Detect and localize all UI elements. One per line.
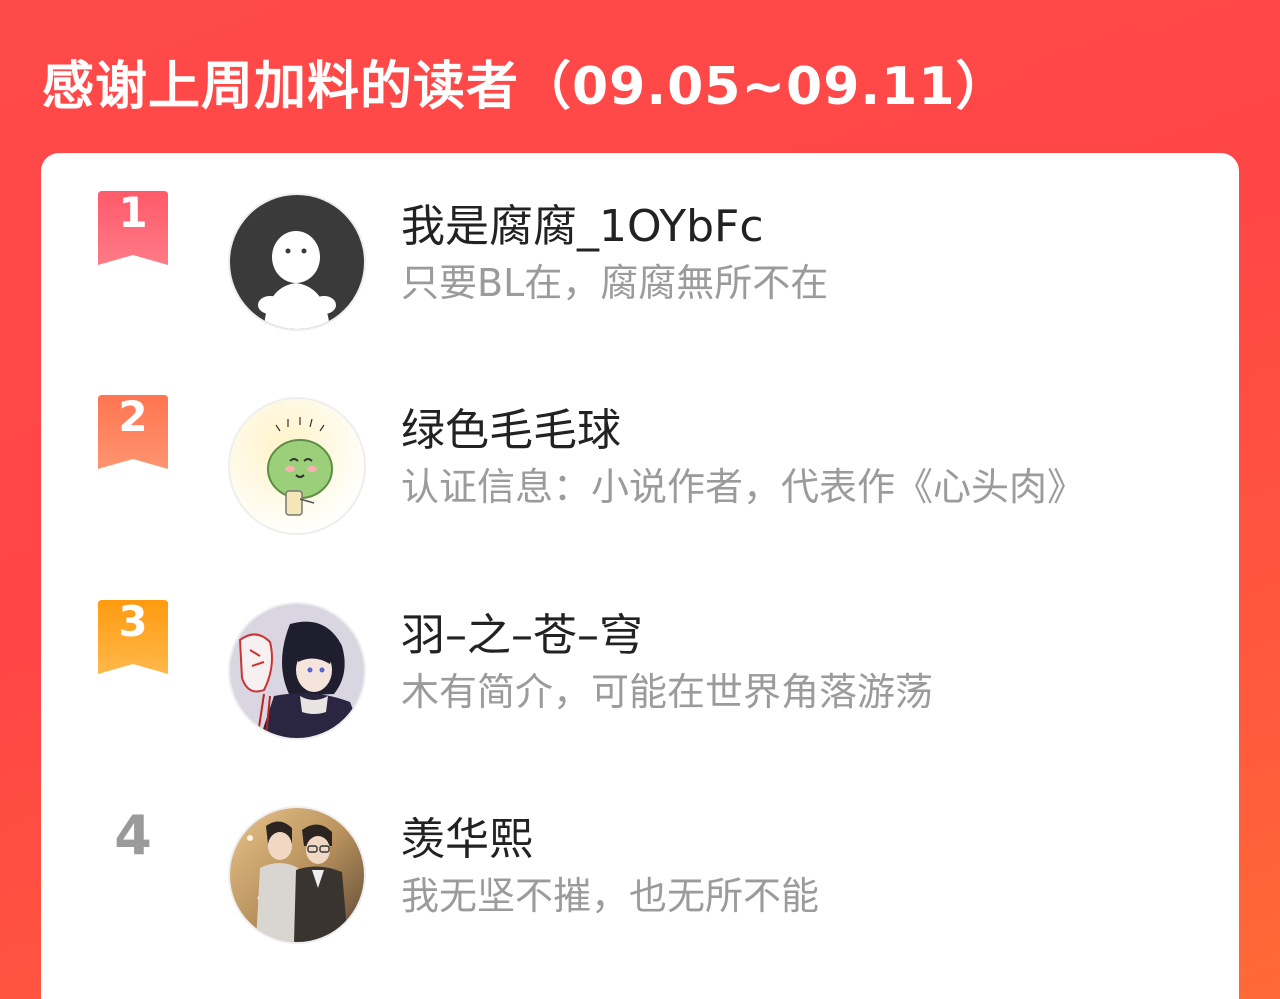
rank-number: 4 <box>114 804 152 867</box>
reader-name[interactable]: 羽–之–苍–穹 <box>401 608 643 664</box>
reader-ranking-card: 1 我是腐腐_1OYbFc 只要BL在，腐腐無所不在 2 绿色毛毛球 认证信息：… <box>41 153 1239 999</box>
reader-row-1[interactable]: 1 我是腐腐_1OYbFc 只要BL在，腐腐無所不在 <box>41 153 1239 329</box>
rank-badge-3: 3 <box>98 600 168 674</box>
rank-number: 2 <box>118 392 148 441</box>
rank-number: 3 <box>118 597 148 646</box>
avatar[interactable] <box>230 399 364 533</box>
reader-bio: 只要BL在，腐腐無所不在 <box>401 261 829 305</box>
reader-row-3[interactable]: 3 羽–之–苍–穹 木有简介，可能在世界角落游荡 <box>41 562 1239 738</box>
reader-row-4[interactable]: 4 羡华熙 我无坚不摧，也无所不能 <box>41 766 1239 942</box>
green-fuzzball-avatar-icon <box>230 399 364 533</box>
rank-badge-2: 2 <box>98 395 168 469</box>
reader-bio: 木有简介，可能在世界角落游荡 <box>401 670 934 714</box>
reader-name[interactable]: 羡华熙 <box>401 812 533 868</box>
default-ghost-avatar-icon <box>230 195 364 329</box>
reader-row-2[interactable]: 2 绿色毛毛球 认证信息：小说作者，代表作《心头肉》 <box>41 357 1239 533</box>
reader-name[interactable]: 我是腐腐_1OYbFc <box>401 199 764 255</box>
page-title: 感谢上周加料的读者（09.05~09.11） <box>42 57 1009 117</box>
avatar[interactable] <box>230 195 364 329</box>
reader-bio: 认证信息：小说作者，代表作《心头肉》 <box>401 465 1086 509</box>
avatar[interactable] <box>230 604 364 738</box>
avatar[interactable] <box>230 808 364 942</box>
rank-badge-1: 1 <box>98 191 168 265</box>
reader-name[interactable]: 绿色毛毛球 <box>401 403 621 459</box>
anime-boy-mask-avatar-icon <box>230 604 364 738</box>
two-men-illustration-avatar-icon <box>230 808 364 942</box>
rank-number: 1 <box>118 188 148 237</box>
thanks-readers-panel: 感谢上周加料的读者（09.05~09.11） 1 我是腐腐_1OYbFc 只要B… <box>0 0 1280 999</box>
reader-bio: 我无坚不摧，也无所不能 <box>401 874 820 918</box>
